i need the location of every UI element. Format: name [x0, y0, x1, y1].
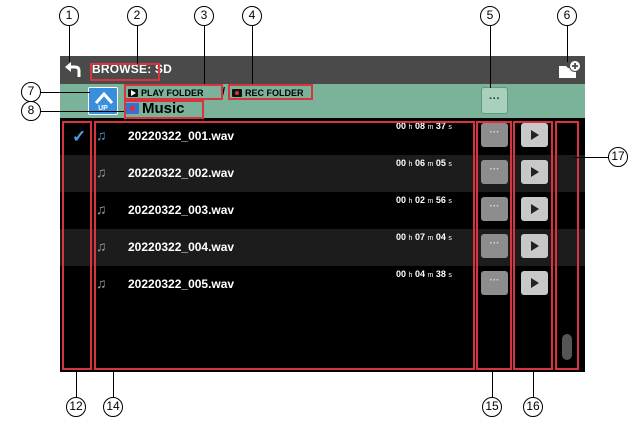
callout-8: 8: [21, 101, 41, 121]
callout-2: 2: [127, 6, 147, 26]
back-arrow-icon: [65, 62, 81, 77]
leader-7: [40, 92, 90, 93]
new-folder-button[interactable]: [556, 58, 582, 82]
leader-5: [490, 26, 491, 88]
play-folder-outline: [124, 84, 223, 100]
leader-12: [76, 370, 77, 398]
leader-1: [69, 26, 70, 62]
current-folder-outline: [124, 100, 204, 119]
callout-12: 12: [66, 397, 86, 417]
leader-15: [492, 370, 493, 398]
leader-3: [204, 26, 205, 84]
callout-1: 1: [59, 6, 79, 26]
callout-4: 4: [242, 6, 262, 26]
new-folder-icon: [559, 60, 581, 78]
leader-16: [533, 370, 534, 398]
checkmark-column-outline: [62, 121, 92, 370]
file-list-outline: [94, 121, 475, 370]
leader-14: [113, 370, 114, 398]
callout-15: 15: [482, 397, 502, 417]
callout-6: 6: [557, 6, 577, 26]
back-button[interactable]: [62, 58, 88, 82]
rec-folder-outline: [228, 84, 313, 100]
leader-6: [567, 26, 568, 62]
callout-17: 17: [608, 147, 628, 167]
folder-menu-button[interactable]: ···: [481, 87, 508, 114]
title-outline: [90, 63, 160, 81]
leader-4: [252, 26, 253, 84]
up-arrow-icon: [94, 91, 114, 104]
callout-16: 16: [523, 397, 543, 417]
callout-14: 14: [103, 397, 123, 417]
leader-8: [40, 111, 124, 112]
callout-3: 3: [194, 6, 214, 26]
leader-17: [575, 157, 609, 158]
menu-column-outline: [476, 121, 512, 370]
leader-2: [137, 26, 138, 64]
callout-5: 5: [480, 6, 500, 26]
callout-7: 7: [21, 82, 41, 102]
scrollbar-outline: [555, 121, 579, 370]
play-column-outline: [513, 121, 553, 370]
